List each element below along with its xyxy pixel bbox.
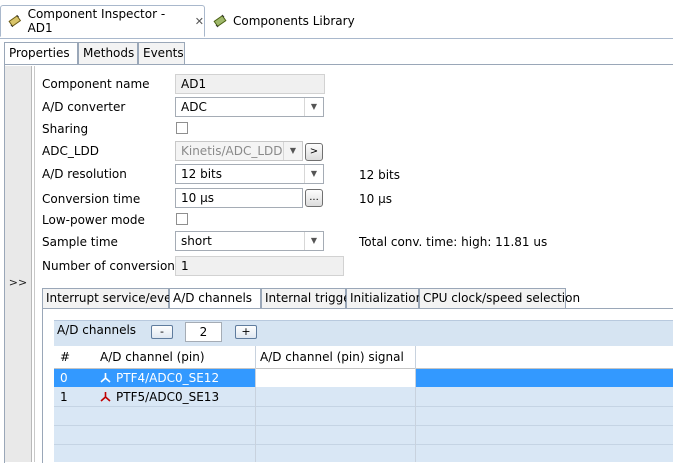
channel-count-field[interactable]: 2 <box>185 322 222 342</box>
column-divider <box>415 346 416 462</box>
conversion-time-browse-button[interactable]: ... <box>305 189 323 207</box>
tab-ad-channels[interactable]: A/D channels <box>169 288 261 309</box>
tab-initialization[interactable]: Initialization <box>346 288 423 308</box>
ad-resolution-select[interactable]: 12 bits ▼ <box>175 164 324 184</box>
tab-component-inspector-label: Component Inspector - AD1 <box>27 7 166 35</box>
component-name-label: Component name <box>42 77 150 91</box>
conversion-time-field[interactable]: 10 µs <box>175 188 303 208</box>
conversion-time-info: 10 µs <box>359 192 392 206</box>
tab-internal-trigger[interactable]: Internal trigger <box>261 288 356 308</box>
adc-ldd-goto-button[interactable]: > <box>305 143 323 161</box>
low-power-mode-label: Low-power mode <box>42 213 145 227</box>
decrement-channels-button[interactable]: - <box>151 325 173 339</box>
component-name-field[interactable]: AD1 <box>175 74 325 94</box>
sample-time-select[interactable]: short ▼ <box>175 231 324 251</box>
table-row[interactable]: 0 PTF4/ADC0_SE12 <box>54 369 673 387</box>
row-divider <box>54 425 673 426</box>
total-conversion-time-info: Total conv. time: high: 11.81 us <box>359 235 548 249</box>
ad-resolution-label: A/D resolution <box>42 167 127 181</box>
pin-icon <box>100 373 111 383</box>
row-pin: PTF5/ADC0_SE13 <box>100 388 219 406</box>
channel-list-toolbar <box>54 320 673 347</box>
sample-time-value: short <box>181 234 212 248</box>
tab-events[interactable]: Events <box>138 42 185 64</box>
chevron-down-icon: ▼ <box>283 142 302 160</box>
close-icon[interactable]: ✕ <box>195 15 204 28</box>
column-header-index[interactable]: # <box>60 346 70 368</box>
column-divider <box>255 346 256 462</box>
chevron-down-icon: ▼ <box>304 232 323 250</box>
row-pin-label: PTF4/ADC0_SE12 <box>116 371 220 385</box>
adc-ldd-select[interactable]: Kinetis/ADC_LDD ▼ <box>175 141 303 161</box>
adc-ldd-value: Kinetis/ADC_LDD <box>181 144 283 158</box>
row-pin: PTF4/ADC0_SE12 <box>100 369 219 387</box>
editor-tab-bar: Component Inspector - AD1 ✕ Components L… <box>0 0 673 39</box>
ad-resolution-info: 12 bits <box>359 168 400 182</box>
components-library-icon <box>213 14 227 28</box>
sharing-label: Sharing <box>42 122 89 136</box>
tab-component-inspector[interactable]: Component Inspector - AD1 ✕ <box>0 5 205 37</box>
channel-list-title: A/D channels <box>57 323 137 337</box>
tab-components-library[interactable]: Components Library <box>206 5 386 37</box>
tab-cpu-clock-speed-selection[interactable]: CPU clock/speed selection <box>419 288 580 308</box>
low-power-mode-checkbox[interactable] <box>176 213 188 225</box>
collapse-strip: >> <box>5 66 32 462</box>
row-signal-field[interactable] <box>256 369 416 387</box>
chevron-down-icon: ▼ <box>304 165 323 183</box>
conversion-time-label: Conversion time <box>42 192 141 206</box>
column-header-signal[interactable]: A/D channel (pin) signal <box>260 346 404 368</box>
tab-properties[interactable]: Properties <box>4 42 78 65</box>
tab-interrupt-service-event[interactable]: Interrupt service/event <box>42 288 184 308</box>
sample-time-label: Sample time <box>42 235 118 249</box>
ad-converter-select[interactable]: ADC ▼ <box>175 97 324 117</box>
channels-table: # A/D channel (pin) A/D channel (pin) si… <box>54 346 673 462</box>
increment-channels-button[interactable]: + <box>235 325 257 339</box>
row-index: 0 <box>60 371 68 385</box>
table-row[interactable]: 1 PTF5/ADC0_SE13 <box>54 388 673 406</box>
component-icon <box>8 14 22 28</box>
expand-button[interactable]: >> <box>5 276 31 289</box>
pin-icon <box>100 392 111 402</box>
row-index: 1 <box>60 390 68 404</box>
number-of-conversions-field[interactable]: 1 <box>175 256 344 276</box>
tab-components-library-label: Components Library <box>233 14 355 28</box>
sharing-checkbox[interactable] <box>176 122 188 134</box>
chevron-down-icon: ▼ <box>304 98 323 116</box>
tab-methods[interactable]: Methods <box>78 42 138 64</box>
row-divider <box>54 444 673 445</box>
row-signal-field[interactable] <box>256 388 416 406</box>
ad-converter-label: A/D converter <box>42 100 126 114</box>
column-header-pin[interactable]: A/D channel (pin) <box>100 346 205 368</box>
number-of-conversions-label: Number of conversions <box>42 259 182 273</box>
adc-ldd-label: ADC_LDD <box>42 144 99 158</box>
ad-converter-value: ADC <box>181 100 207 114</box>
row-pin-label: PTF5/ADC0_SE13 <box>116 390 220 404</box>
row-divider <box>54 406 673 407</box>
ad-resolution-value: 12 bits <box>181 167 222 181</box>
